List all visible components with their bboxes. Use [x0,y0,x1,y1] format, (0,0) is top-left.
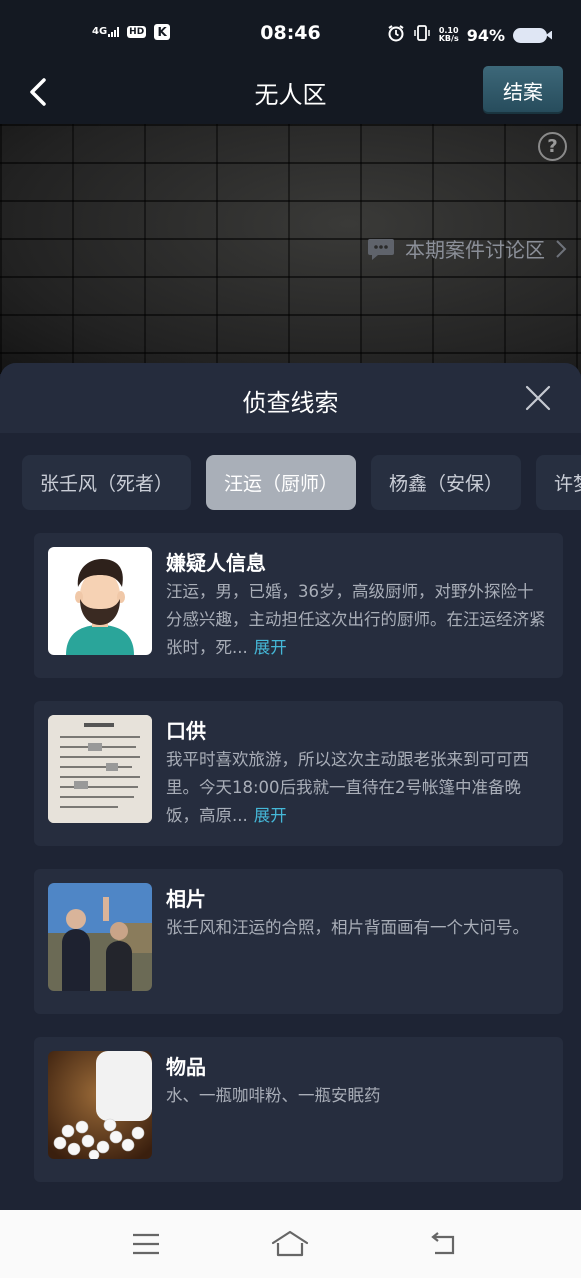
clue-card-body: 张壬风和汪运的合照，相片背面画有一个大问号。 [166,918,529,937]
pills-image [48,1051,152,1159]
clue-card-items[interactable]: 物品 水、一瓶咖啡粉、一瓶安眠药 [34,1037,563,1182]
close-icon[interactable] [523,383,553,413]
tab-xu-mengfei[interactable]: 许梦菲 [536,455,581,510]
clue-card-suspect-info[interactable]: 嫌疑人信息 汪运，男，已婚，36岁，高级厨师，对野外探险十分感兴趣，主动担任这次… [34,533,563,678]
clue-card-title: 口供 [166,719,206,743]
clue-card-testimony[interactable]: 口供 我平时喜欢旅游，所以这次主动跟老张来到可可西里。今天18:00后我就一直待… [34,701,563,846]
chat-icon [368,238,394,260]
clue-card-title: 嫌疑人信息 [166,551,266,575]
discussion-link-label: 本期案件讨论区 [405,238,545,262]
close-case-button[interactable]: 结案 [483,66,563,114]
chevron-right-icon [556,239,567,258]
suspect-avatar-image [48,547,152,655]
testimony-document-image [48,715,152,823]
home-button[interactable] [270,1226,310,1262]
suspect-tabs: 张壬风（死者） 汪运（厨师） 杨鑫（安保） 许梦菲 [22,455,581,510]
alarm-icon [387,24,405,46]
battery-icon [513,27,547,43]
clue-card-body: 汪运，男，已婚，36岁，高级厨师，对野外探险十分感兴趣，主动担任这次出行的厨师。… [166,582,546,657]
sheet-header: 侦查线索 [0,363,581,433]
clue-card-title: 物品 [166,1055,206,1079]
expand-link[interactable]: 展开 [254,806,287,825]
menu-icon [133,1233,159,1255]
help-icon[interactable]: ? [538,132,567,161]
clue-card-body: 水、一瓶咖啡粉、一瓶安眠药 [166,1086,381,1105]
clue-card-title: 相片 [166,887,206,911]
back-nav-button[interactable] [422,1226,462,1262]
network-speed: 0.10 KB/s [438,26,459,43]
expand-link[interactable]: 展开 [254,638,287,657]
clue-card-body: 我平时喜欢旅游，所以这次主动跟老张来到可可西里。今天18:00后我就一直待在2号… [166,750,529,825]
status-bar: 4G HD K 08:46 0.10 KB/s 94% [0,0,581,62]
menu-button[interactable] [126,1226,166,1262]
status-right-icons: 0.10 KB/s 94% [387,24,547,46]
battery-percent: 94% [466,25,505,45]
nav-bar: 无人区 结案 [0,62,581,124]
clue-list: 嫌疑人信息 汪运，男，已婚，36岁，高级厨师，对野外探险十分感兴趣，主动担任这次… [34,533,563,1205]
brick-wall-scene: ? 本期案件讨论区 [0,124,581,374]
home-icon [271,1230,309,1257]
tab-zhang-renfeng[interactable]: 张壬风（死者） [22,455,192,510]
discussion-link[interactable]: 本期案件讨论区 [367,234,567,263]
vibrate-icon [413,24,431,46]
system-nav-bar [0,1210,581,1278]
tab-wang-yun[interactable]: 汪运（厨师） [206,455,357,510]
clue-card-photo[interactable]: 相片 张壬风和汪运的合照，相片背面画有一个大问号。 [34,869,563,1014]
clues-sheet: 侦查线索 张壬风（死者） 汪运（厨师） 杨鑫（安保） 许梦菲 嫌疑人信息 [0,363,581,1210]
tab-yang-xin[interactable]: 杨鑫（安保） [371,455,522,510]
group-photo-image [48,883,152,991]
return-icon [431,1232,455,1255]
sheet-title: 侦查线索 [242,389,339,417]
